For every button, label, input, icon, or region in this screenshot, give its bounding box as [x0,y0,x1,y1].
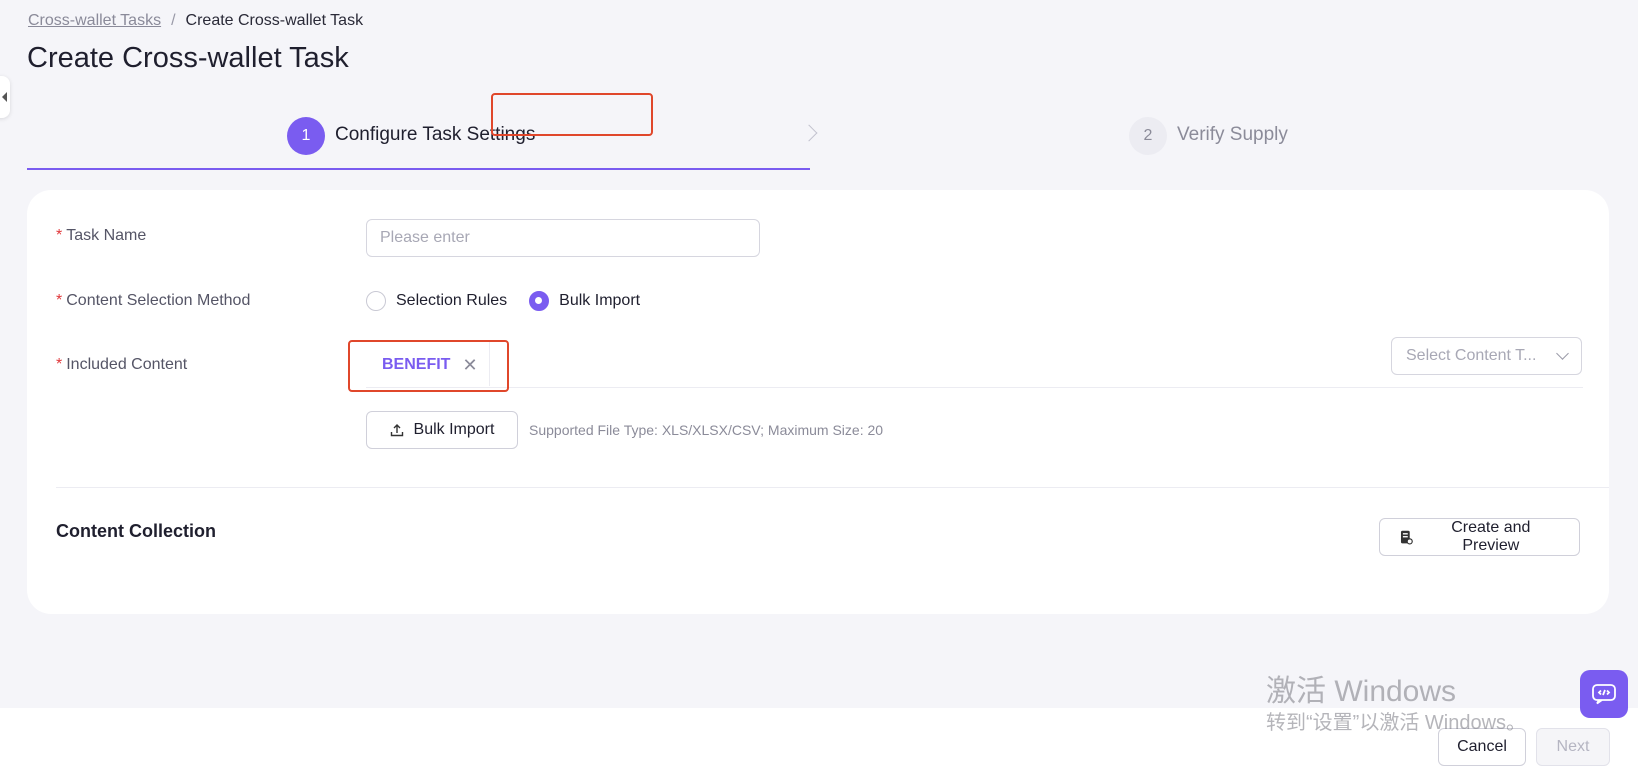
bulk-import-button-label: Bulk Import [413,421,495,438]
stepper: 1 Configure Task Settings 2 Verify Suppl… [27,110,1610,170]
selection-method-label: * Content Selection Method [56,292,250,310]
included-content-label: * Included Content [56,356,187,374]
footer-bar [0,708,1638,778]
task-settings-card: *Task Name *Content Selection Method Sel… [27,190,1609,614]
step-1-number: 1 [287,117,325,155]
upload-icon [390,424,403,437]
support-chat-icon [1592,684,1616,705]
breadcrumb-current: Create Cross-wallet Task [185,12,364,29]
task-name-label: * Task Name [56,227,146,245]
support-chat-button[interactable] [1580,670,1628,718]
step-2-number: 2 [1129,117,1167,155]
step-2-label: Verify Supply [1177,124,1288,145]
content-collection-title: Content Collection [56,521,216,541]
radio-bulk-import-circle[interactable] [529,291,550,311]
file-type-hint: Supported File Type: XLS/XLSX/CSV; Maxim… [529,422,884,438]
collapse-icon [1,92,7,102]
watermark-line-1: 激活 Windows [1266,675,1457,708]
radio-bulk-import-label: Bulk Import [559,292,641,309]
content-type-select[interactable]: Select Content T... [1391,337,1582,375]
breadcrumb-parent-link[interactable]: Cross-wallet Tasks [28,12,161,30]
section-divider [56,487,1609,488]
bulk-import-button[interactable]: Bulk Import [366,411,518,449]
breadcrumb-separator: / [171,12,176,29]
highlight-box-bulk-import [491,93,653,136]
step-configure-task-settings[interactable]: 1 Configure Task Settings [27,110,810,170]
included-content-label-text: Included Content [66,356,188,373]
breadcrumb: Cross-wallet Tasks / Create Cross-wallet… [28,12,363,30]
highlight-box-content-tag [348,340,509,392]
radio-selection-rules-label: Selection Rules [396,292,508,309]
document-icon [1400,530,1413,544]
radio-selection-rules[interactable]: Selection Rules [366,291,507,311]
next-button[interactable]: Next [1536,728,1610,766]
content-type-select-placeholder: Select Content T... [1406,347,1537,364]
radio-selection-rules-circle[interactable] [366,291,386,311]
page-title: Create Cross-wallet Task [27,42,349,74]
required-mark: * [56,227,63,244]
task-name-input[interactable] [366,219,760,257]
create-and-preview-label: Create and Preview [1451,519,1531,554]
sidebar-collapse-toggle[interactable] [0,76,10,118]
radio-bulk-import[interactable]: Bulk Import [529,291,640,311]
chevron-down-icon [1556,347,1569,360]
selection-method-label-text: Content Selection Method [66,292,251,309]
required-mark: * [56,292,63,309]
selection-method-radio-group: Selection Rules Bulk Import [366,286,662,316]
create-and-preview-button[interactable]: Create and Preview [1379,518,1580,556]
cancel-button[interactable]: Cancel [1438,728,1526,766]
task-name-label-text: Task Name [66,227,147,244]
required-mark: * [56,356,63,373]
